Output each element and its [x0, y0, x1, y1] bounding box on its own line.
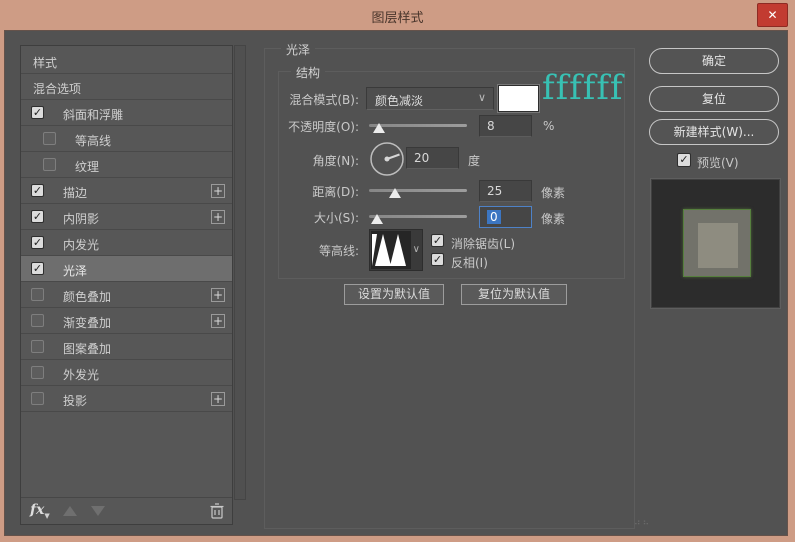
antialias-label: 消除锯齿(L): [451, 235, 515, 252]
size-input[interactable]: 0: [479, 206, 532, 228]
checkbox-unchecked[interactable]: [31, 392, 44, 405]
contour-picker[interactable]: ∨: [369, 229, 423, 271]
contour-thumbnail-icon: [371, 231, 411, 269]
blend-mode-label: 混合模式(B):: [247, 91, 359, 108]
checkbox-unchecked[interactable]: [43, 132, 56, 145]
checkbox-checked[interactable]: ✓: [31, 184, 44, 197]
chevron-down-icon: ∨: [413, 244, 420, 255]
style-list: 样式 混合选项 ✓斜面和浮雕 等高线 纹理 ✓描边+ ✓内阴影+ ✓内发光 ✓光…: [20, 45, 233, 525]
fx-caret-icon: ▼: [44, 511, 49, 520]
dialog-title: 图层样式: [0, 7, 795, 26]
sidebar-item-texture[interactable]: 纹理: [21, 152, 232, 178]
ok-button[interactable]: 确定: [649, 48, 779, 74]
sidebar-item-satin[interactable]: ✓光泽: [21, 256, 232, 282]
fx-menu-icon[interactable]: fx▼: [30, 502, 50, 520]
sidebar-item-inner-glow[interactable]: ✓内发光: [21, 230, 232, 256]
angle-label: 角度(N):: [247, 152, 359, 169]
sidebar-item-color-overlay[interactable]: 颜色叠加+: [21, 282, 232, 308]
resize-grip-icon: ⠴⠦: [634, 518, 651, 528]
section-title: 光泽: [281, 41, 315, 58]
checkbox-checked[interactable]: ✓: [31, 236, 44, 249]
style-preview-thumbnail: [651, 179, 780, 308]
sidebar-scrollbar[interactable]: [234, 45, 246, 500]
antialias-checkbox[interactable]: ✓: [431, 234, 444, 247]
add-instance-icon[interactable]: +: [211, 392, 225, 406]
sidebar-item-bevel-emboss[interactable]: ✓斜面和浮雕: [21, 100, 232, 126]
sidebar-item-inner-shadow[interactable]: ✓内阴影+: [21, 204, 232, 230]
satin-color-swatch[interactable]: [498, 85, 539, 112]
chevron-down-icon: ∨: [478, 91, 486, 104]
checkbox-unchecked[interactable]: [31, 366, 44, 379]
distance-slider[interactable]: [369, 185, 467, 197]
distance-unit: 像素: [541, 184, 565, 201]
preview-shape-inner: [698, 223, 738, 268]
add-instance-icon[interactable]: +: [211, 184, 225, 198]
add-instance-icon[interactable]: +: [211, 288, 225, 302]
opacity-unit: %: [543, 119, 554, 133]
blend-mode-value: 颜色减淡: [375, 92, 423, 109]
delete-style-icon[interactable]: [210, 503, 224, 522]
checkbox-unchecked[interactable]: [31, 288, 44, 301]
angle-dial[interactable]: [369, 141, 405, 177]
distance-label: 距离(D):: [247, 183, 359, 200]
checkbox-unchecked[interactable]: [31, 340, 44, 353]
sidebar-item-contour[interactable]: 等高线: [21, 126, 232, 152]
make-default-button[interactable]: 设置为默认值: [344, 284, 444, 305]
angle-input[interactable]: 20: [406, 147, 459, 169]
slider-thumb[interactable]: [371, 214, 383, 224]
preview-checkbox-label: 预览(V): [697, 154, 739, 171]
sidebar-item-pattern-overlay[interactable]: 图案叠加: [21, 334, 232, 360]
checkbox-checked[interactable]: ✓: [31, 262, 44, 275]
dialog-body: 样式 混合选项 ✓斜面和浮雕 等高线 纹理 ✓描边+ ✓内阴影+ ✓内发光 ✓光…: [4, 30, 788, 536]
sidebar-item-outer-glow[interactable]: 外发光: [21, 360, 232, 386]
new-style-button[interactable]: 新建样式(W)...: [649, 119, 779, 145]
add-instance-icon[interactable]: +: [211, 210, 225, 224]
size-slider[interactable]: [369, 211, 467, 223]
slider-thumb[interactable]: [389, 188, 401, 198]
sidebar-item-styles[interactable]: 样式: [21, 48, 232, 74]
sidebar-item-blending-options[interactable]: 混合选项: [21, 74, 232, 100]
invert-label: 反相(I): [451, 254, 488, 271]
layer-style-dialog: 图层样式 ✕ 样式 混合选项 ✓斜面和浮雕 等高线 纹理 ✓描边+ ✓内阴影+ …: [0, 0, 795, 542]
hex-color-annotation: ffffff: [542, 71, 624, 105]
close-icon[interactable]: ✕: [757, 3, 788, 27]
structure-group-title: 结构: [291, 64, 325, 81]
distance-input[interactable]: 25: [479, 180, 532, 202]
sidebar-item-drop-shadow[interactable]: 投影+: [21, 386, 232, 412]
preview-shape: [683, 209, 751, 277]
preview-checkbox[interactable]: ✓: [677, 153, 691, 167]
slider-thumb[interactable]: [373, 123, 385, 133]
angle-unit: 度: [468, 152, 480, 169]
blend-mode-select[interactable]: 颜色减淡 ∨: [366, 87, 494, 110]
move-down-icon[interactable]: [91, 506, 105, 516]
opacity-label: 不透明度(O):: [247, 118, 359, 135]
titlebar[interactable]: 图层样式 ✕: [0, 0, 795, 30]
reset-button[interactable]: 复位: [649, 86, 779, 112]
checkbox-unchecked[interactable]: [31, 314, 44, 327]
sidebar-item-stroke[interactable]: ✓描边+: [21, 178, 232, 204]
checkbox-unchecked[interactable]: [43, 158, 56, 171]
checkbox-checked[interactable]: ✓: [31, 210, 44, 223]
checkbox-checked[interactable]: ✓: [31, 106, 44, 119]
invert-checkbox[interactable]: ✓: [431, 253, 444, 266]
opacity-input[interactable]: 8: [479, 115, 532, 137]
reset-default-button[interactable]: 复位为默认值: [461, 284, 567, 305]
opacity-slider[interactable]: [369, 120, 467, 132]
sidebar-item-gradient-overlay[interactable]: 渐变叠加+: [21, 308, 232, 334]
style-list-toolbar: fx▼: [21, 497, 232, 524]
selected-text: 0: [487, 210, 501, 224]
slider-track: [369, 215, 467, 218]
move-up-icon[interactable]: [63, 506, 77, 516]
slider-track: [369, 189, 467, 192]
contour-label: 等高线:: [247, 242, 359, 259]
size-label: 大小(S):: [247, 209, 359, 226]
add-instance-icon[interactable]: +: [211, 314, 225, 328]
size-unit: 像素: [541, 210, 565, 227]
